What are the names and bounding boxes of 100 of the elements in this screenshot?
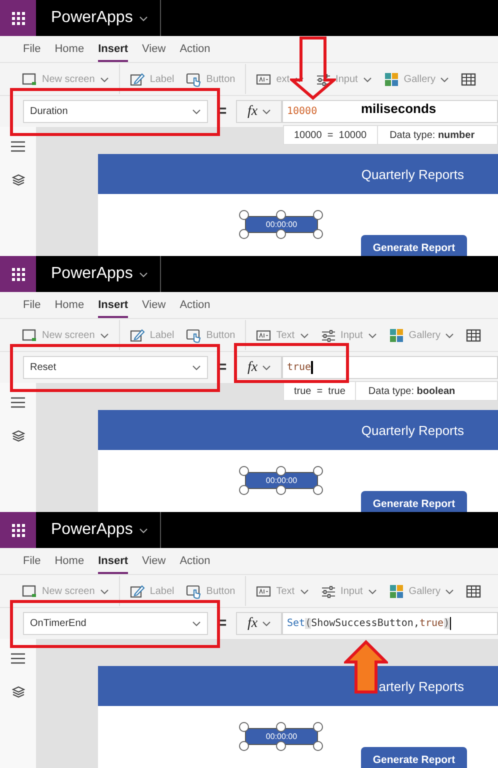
app-launcher-button[interactable] [0, 0, 36, 36]
toolbar-label: Gallery [408, 330, 440, 340]
pencil-icon [130, 584, 145, 598]
text-box-icon [256, 328, 272, 342]
formula-field[interactable]: true [282, 356, 498, 379]
layers-icon[interactable] [12, 430, 24, 442]
fx-label: fx [247, 104, 258, 120]
selection-handles[interactable] [239, 722, 323, 751]
menu-tab[interactable]: Home [54, 43, 84, 62]
generate-report-button[interactable]: Generate Report [361, 491, 467, 512]
layers-icon[interactable] [12, 686, 24, 698]
fx-button[interactable]: fx [236, 100, 282, 123]
pointer-icon [186, 328, 202, 342]
data-type-text: Data type: number [388, 130, 475, 140]
screen-icon [22, 328, 37, 342]
waffle-icon [12, 268, 24, 280]
layers-icon[interactable] [12, 174, 24, 186]
header-title: Quarterly Reports [361, 166, 464, 182]
menu-icon[interactable] [11, 397, 25, 408]
generate-report-button[interactable]: Generate Report [361, 235, 467, 256]
toolbar-label: Button [206, 74, 236, 84]
app-title-menu[interactable]: PowerApps [51, 0, 161, 36]
toolbar-label: ext [276, 74, 290, 84]
selection-handles[interactable] [239, 466, 323, 495]
property-dropdown[interactable]: Duration [23, 100, 208, 123]
header-title: arterly Reports [378, 678, 464, 694]
menu-tab[interactable]: File [23, 299, 41, 318]
screen-icon [22, 584, 37, 598]
menu-tab[interactable]: File [23, 43, 41, 62]
toolbar-label: Label [150, 330, 174, 340]
text-box-icon [256, 584, 272, 598]
chevron-icon [262, 364, 271, 371]
app-title: PowerApps [51, 9, 133, 27]
chevron-icon [138, 526, 148, 534]
toolbar-label: Input [340, 586, 363, 596]
app-title: PowerApps [51, 521, 133, 539]
property-dropdown[interactable]: OnTimerEnd [23, 612, 208, 635]
table-icon[interactable] [466, 328, 482, 342]
menu-tab[interactable]: View [142, 299, 166, 318]
property-dropdown[interactable]: Reset [23, 356, 208, 379]
chevron-icon [262, 620, 271, 627]
toolbar-label: New screen [42, 586, 95, 596]
result-text: 10000 = 10000 [284, 126, 378, 144]
toolbar-label: Button [206, 586, 236, 596]
pointer-icon [186, 72, 202, 86]
toolbar-label: New screen [42, 330, 95, 340]
menu-tab[interactable]: Action [180, 555, 210, 574]
app-title-menu[interactable]: PowerApps [51, 256, 161, 292]
menu-tab[interactable]: View [142, 555, 166, 574]
menu-icon[interactable] [11, 141, 25, 152]
menu-tab[interactable]: View [142, 43, 166, 62]
property-name: Reset [30, 362, 56, 373]
text-box-icon [256, 72, 272, 86]
gallery-icon [388, 584, 404, 598]
formula-field[interactable]: Set(ShowSuccessButton,true) [282, 612, 498, 635]
waffle-icon [12, 524, 24, 536]
screen-icon [22, 72, 37, 86]
menu-tab[interactable]: Action [180, 299, 210, 318]
pencil-icon [130, 72, 145, 86]
generate-report-button[interactable]: Generate Report [361, 747, 467, 768]
chevron-icon [192, 620, 201, 627]
menu-icon[interactable] [11, 653, 25, 664]
toolbar-label: New screen [42, 74, 95, 84]
timer-control[interactable]: 00:00:00 [245, 728, 318, 745]
table-icon[interactable] [466, 584, 482, 598]
waffle-icon [12, 12, 24, 24]
fx-label: fx [247, 360, 258, 376]
header-title: Quarterly Reports [361, 422, 464, 438]
chevron-icon [262, 108, 271, 115]
annotation-note: miliseconds [361, 101, 436, 116]
property-name: OnTimerEnd [30, 618, 86, 629]
toolbar-label: Text [276, 586, 295, 596]
table-icon[interactable] [461, 72, 476, 86]
toolbar-label: Gallery [404, 74, 436, 84]
toolbar-label: Text [276, 330, 295, 340]
fx-button[interactable]: fx [236, 612, 282, 635]
chevron-icon [192, 364, 201, 371]
property-name: Duration [30, 106, 68, 117]
toolbar-label: Input [336, 74, 358, 84]
fx-label: fx [247, 616, 258, 632]
toolbar-label: Label [150, 586, 174, 596]
toolbar-label: Label [150, 74, 174, 84]
app-title-menu[interactable]: PowerApps [51, 512, 161, 548]
timer-control[interactable]: 00:00:00 [245, 472, 318, 489]
toolbar-label: Button [206, 330, 236, 340]
timer-control[interactable]: 00:00:00 [245, 216, 318, 233]
sliders-icon [320, 328, 336, 342]
toolbar-label: Input [340, 330, 363, 340]
selection-handles[interactable] [239, 210, 323, 239]
fx-button[interactable]: fx [236, 356, 282, 379]
app-launcher-button[interactable] [0, 512, 36, 548]
data-type-text: Data type: boolean [367, 386, 456, 396]
menu-tab[interactable]: Home [54, 555, 84, 574]
menu-tab[interactable]: Action [180, 43, 210, 62]
sliders-icon [316, 72, 331, 86]
app-launcher-button[interactable] [0, 256, 36, 292]
menu-tab[interactable]: Home [54, 299, 84, 318]
sliders-icon [320, 584, 336, 598]
menu-tab[interactable]: File [23, 555, 41, 574]
chevron-icon [138, 270, 148, 278]
